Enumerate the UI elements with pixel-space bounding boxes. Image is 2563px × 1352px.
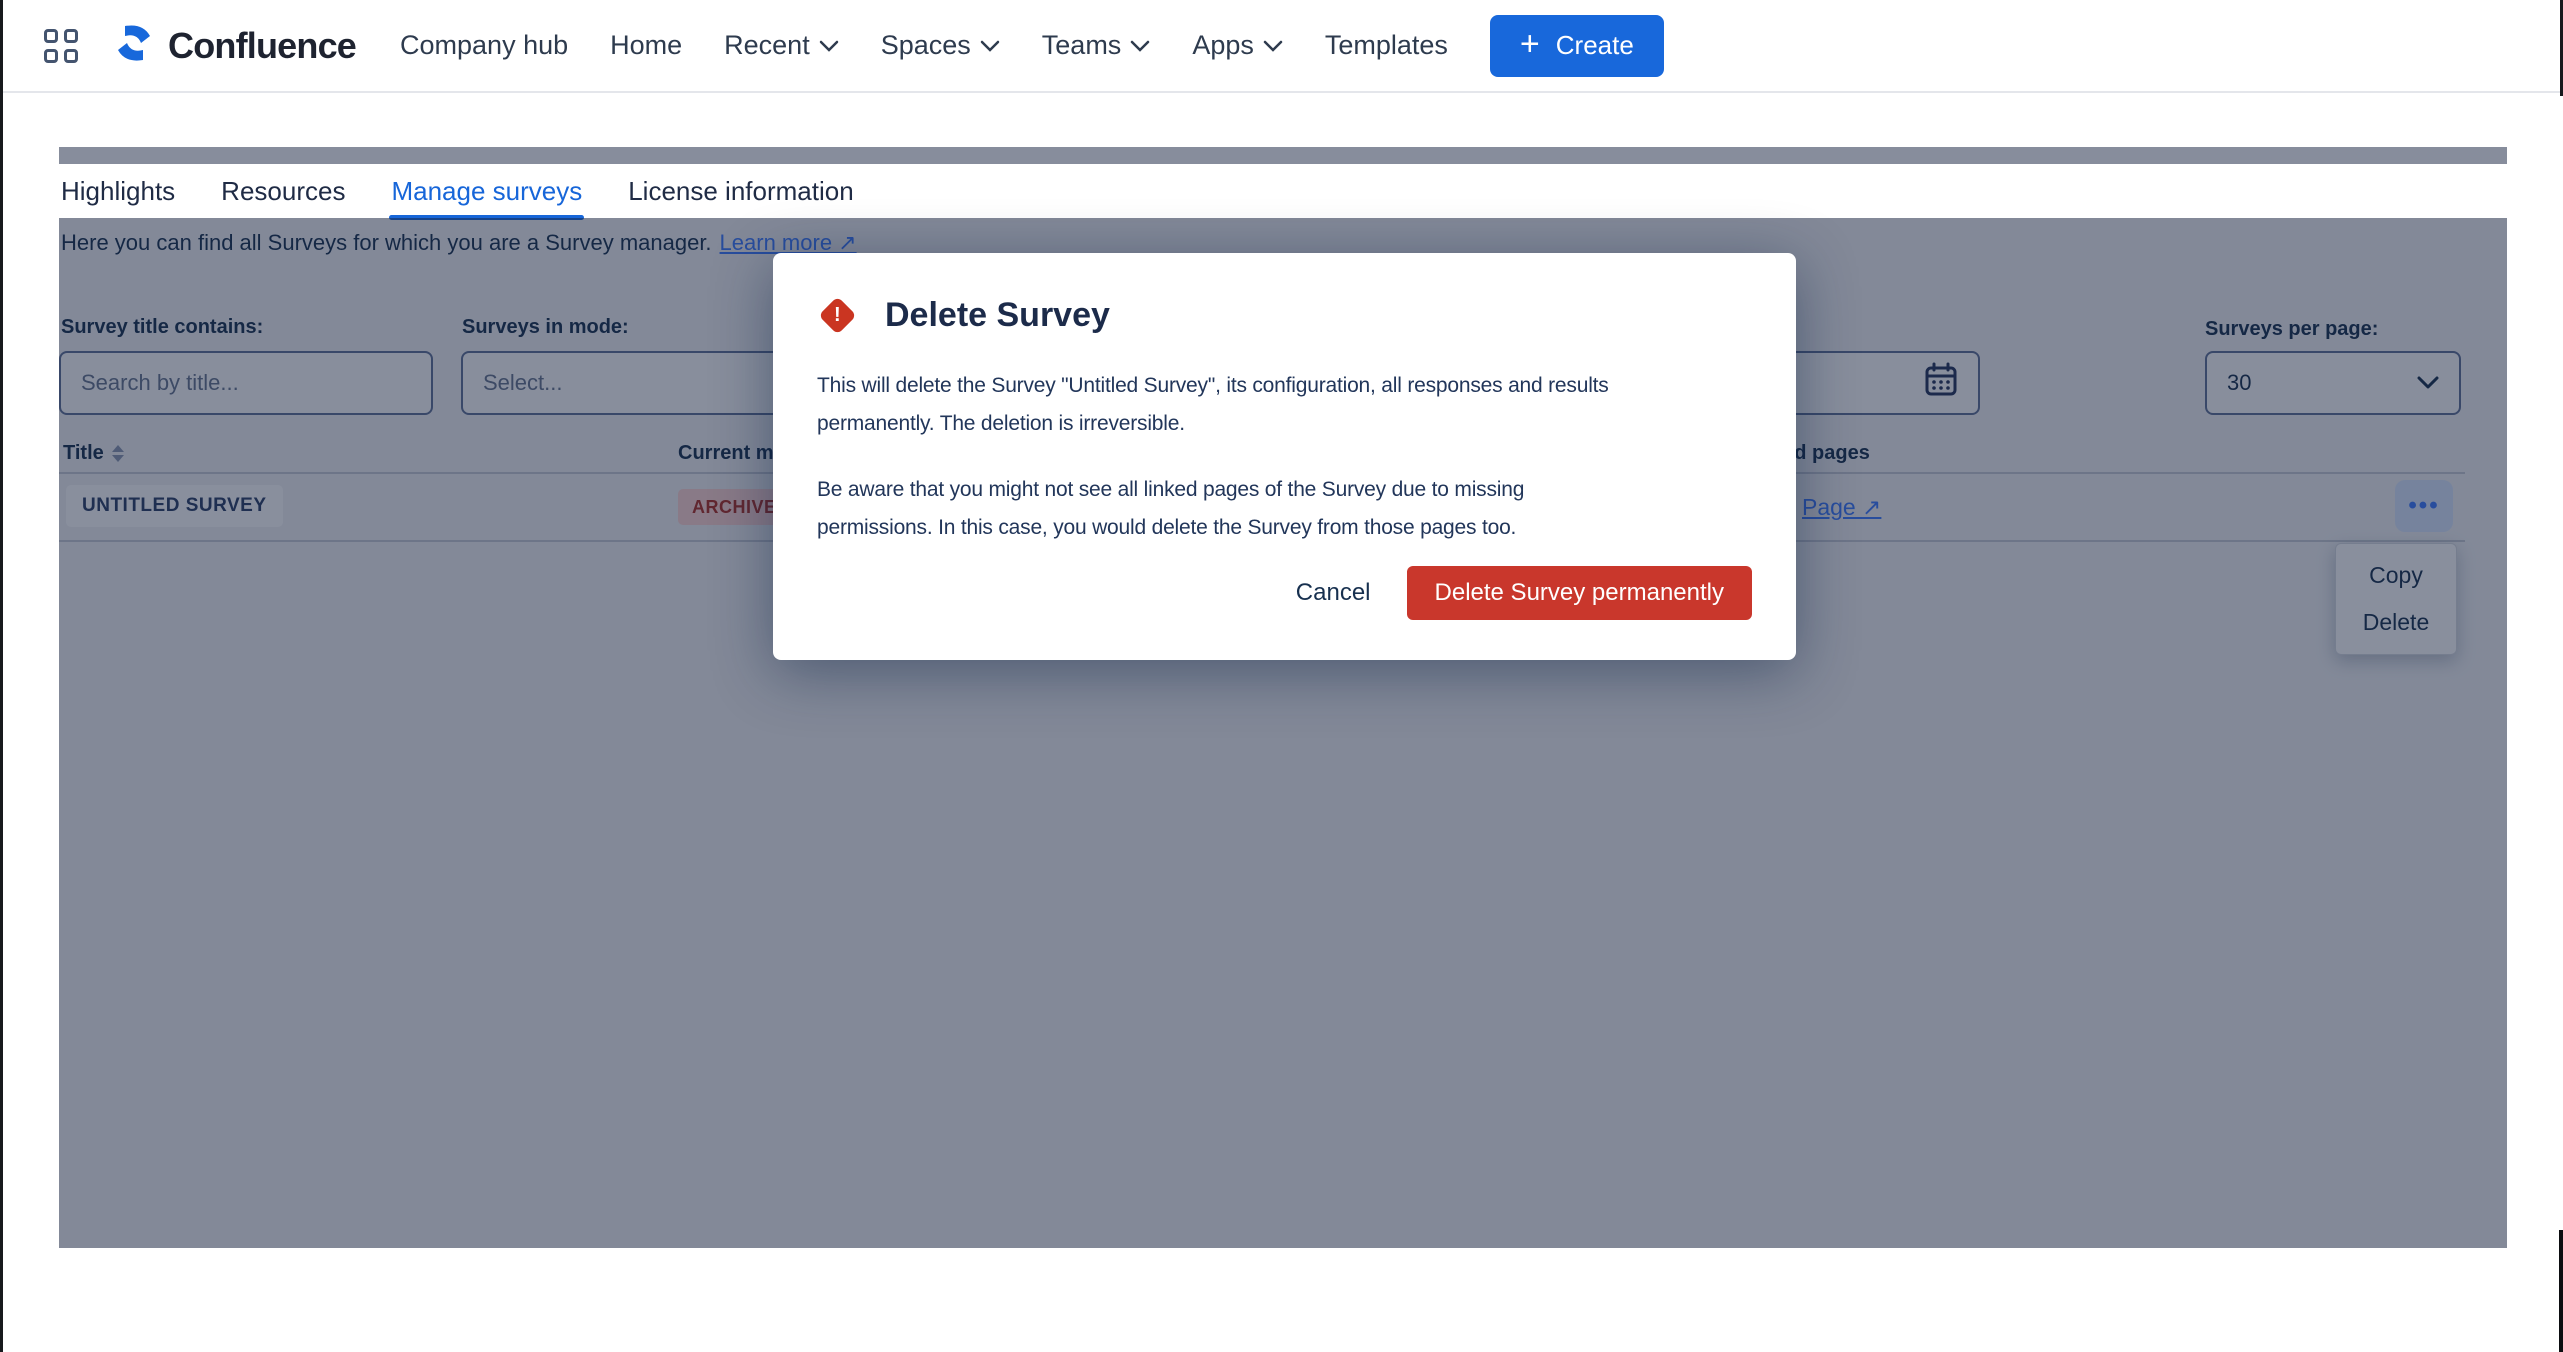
delete-survey-modal: ! Delete Survey This will delete the Sur… <box>773 253 1796 660</box>
dimmed-strip <box>59 147 2507 164</box>
nav-item-company-hub[interactable]: Company hub <box>400 30 568 61</box>
tab-manage-surveys[interactable]: Manage surveys <box>391 176 582 207</box>
modal-header: ! Delete Survey <box>817 295 1752 335</box>
warning-icon: ! <box>817 295 857 335</box>
delete-permanently-button[interactable]: Delete Survey permanently <box>1407 566 1752 620</box>
chevron-down-icon <box>980 40 1000 52</box>
chevron-down-icon <box>1130 40 1150 52</box>
nav-item-home[interactable]: Home <box>610 30 682 61</box>
nav-item-spaces[interactable]: Spaces <box>881 30 1000 61</box>
cancel-button[interactable]: Cancel <box>1296 579 1371 607</box>
confluence-window: Confluence Company hub Home Recent Space… <box>0 0 2563 1352</box>
nav-item-teams[interactable]: Teams <box>1042 30 1151 61</box>
plus-icon: + <box>1520 27 1540 61</box>
confluence-logo[interactable]: Confluence <box>112 21 356 70</box>
nav-item-recent[interactable]: Recent <box>724 30 839 61</box>
modal-paragraph-2: Be aware that you might not see all link… <box>817 471 1752 547</box>
tab-resources[interactable]: Resources <box>221 176 345 207</box>
window-left-edge <box>0 0 3 1352</box>
chevron-down-icon <box>1263 40 1283 52</box>
top-navbar: Confluence Company hub Home Recent Space… <box>0 0 2563 93</box>
modal-title: Delete Survey <box>885 296 1110 335</box>
confluence-logo-icon <box>112 21 156 70</box>
create-button[interactable]: + Create <box>1490 15 1664 77</box>
modal-paragraph-1: This will delete the Survey "Untitled Su… <box>817 367 1752 443</box>
logo-text: Confluence <box>168 25 356 67</box>
nav-item-apps[interactable]: Apps <box>1192 30 1283 61</box>
modal-footer: Cancel Delete Survey permanently <box>1296 566 1752 620</box>
tab-license-information[interactable]: License information <box>628 176 853 207</box>
tab-highlights[interactable]: Highlights <box>61 176 175 207</box>
scrollbar-fragment <box>2559 1230 2563 1352</box>
app-tabs: Highlights Resources Manage surveys Lice… <box>61 164 854 218</box>
app-switcher-icon[interactable] <box>44 29 78 63</box>
nav-item-templates[interactable]: Templates <box>1325 30 1448 61</box>
chevron-down-icon <box>819 40 839 52</box>
